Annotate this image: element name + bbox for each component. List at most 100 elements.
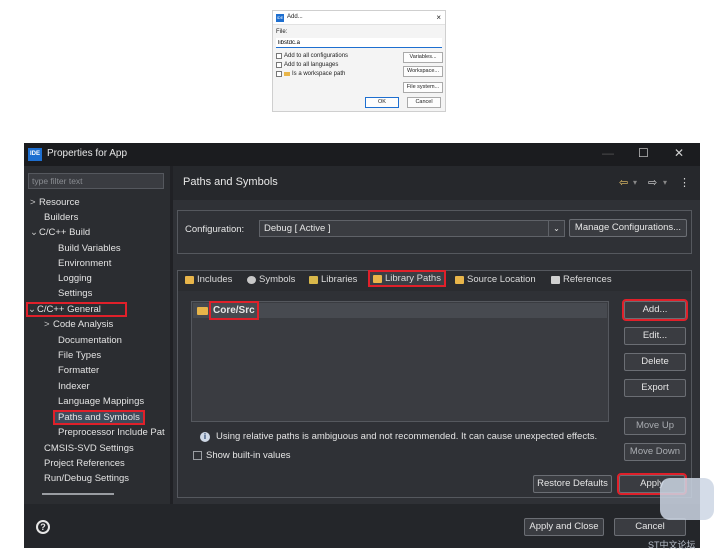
sidebar-item-builders[interactable]: Builders — [44, 212, 78, 223]
sidebar-item-documentation[interactable]: Documentation — [58, 335, 122, 346]
sidebar-item-run-debug-settings[interactable]: Run/Debug Settings — [44, 473, 129, 484]
add-button[interactable]: Add... — [622, 299, 688, 321]
chevron-down-icon[interactable]: ⌄ — [28, 304, 37, 315]
tab-label: Symbols — [259, 274, 296, 285]
checkbox[interactable] — [193, 451, 202, 460]
sidebar-item-logging[interactable]: Logging — [58, 273, 92, 284]
sidebar-item-label: File Types — [58, 350, 102, 361]
tab-label: Library Paths — [385, 273, 441, 284]
file-input[interactable] — [276, 38, 442, 48]
folder-icon — [197, 306, 208, 315]
tab-includes[interactable]: Includes — [185, 274, 232, 285]
sidebar-item-environment[interactable]: Environment — [58, 258, 111, 269]
option-label: Add to all languages — [284, 62, 339, 68]
chevron-down-icon[interactable]: ▾ — [633, 178, 637, 187]
checkbox[interactable] — [276, 71, 282, 77]
file-system-button[interactable]: File system... — [403, 82, 443, 93]
file-label: File: — [276, 29, 288, 35]
sidebar-item-label: Settings — [58, 288, 93, 299]
minimize-icon[interactable]: — — [602, 146, 614, 160]
filter-input[interactable]: type filter text — [28, 173, 164, 189]
tab-libraries[interactable]: Libraries — [309, 274, 357, 285]
sidebar-item-label: Build Variables — [58, 243, 121, 254]
watermark-logo — [660, 478, 714, 520]
sidebar-item-label: Builders — [44, 212, 79, 223]
sidebar-item-preprocessor-include-paths[interactable]: Preprocessor Include Pat — [58, 427, 168, 438]
move-up-button[interactable]: Move Up — [624, 417, 686, 435]
edit-button[interactable]: Edit... — [624, 327, 686, 345]
sidebar-item-code-analysis[interactable]: > Code Analysis — [44, 319, 113, 330]
chevron-right-icon[interactable]: > — [30, 197, 39, 208]
chevron-down-icon[interactable]: ⌄ — [30, 227, 39, 238]
sidebar-item-label: Formatter — [58, 365, 100, 376]
checkbox[interactable] — [276, 62, 282, 68]
tab-label: Includes — [197, 274, 233, 285]
sidebar-item-label: Project References — [44, 458, 125, 469]
properties-window: IDE Properties for App — ☐ ✕ type filter… — [24, 143, 700, 548]
maximize-icon[interactable]: ☐ — [638, 146, 649, 160]
move-down-button[interactable]: Move Down — [624, 443, 686, 461]
ide-logo-icon: IDE — [28, 148, 42, 161]
window-titlebar: IDE Properties for App — ☐ ✕ — [24, 143, 700, 166]
apply-and-close-button[interactable]: Apply and Close — [524, 518, 604, 536]
add-dialog-title: Add... — [287, 14, 303, 20]
option-label: Is a workspace path — [292, 71, 346, 77]
add-dialog-titlebar: IDE Add... × — [273, 11, 445, 25]
sidebar-item-paths-and-symbols[interactable]: Paths and Symbols — [53, 410, 145, 425]
sidebar-item-label: C/C++ Build — [39, 227, 91, 238]
info-icon: i — [200, 431, 210, 442]
add-to-all-configurations-option[interactable]: Add to all configurations — [276, 53, 348, 59]
chevron-right-icon[interactable]: > — [44, 319, 53, 330]
configuration-value: Debug [ Active ] — [264, 223, 331, 234]
workspace-path-option[interactable]: Is a workspace path — [276, 71, 345, 77]
sidebar-item-label: Run/Debug Settings — [44, 473, 130, 484]
warning-text: Using relative paths is ambiguous and no… — [216, 431, 598, 442]
library-paths-list[interactable]: Core/Src — [191, 301, 609, 422]
sidebar-item-label: Resource — [39, 197, 80, 208]
checkbox[interactable] — [276, 53, 282, 59]
add-to-all-languages-option[interactable]: Add to all languages — [276, 62, 338, 68]
sidebar-item-cmsis-svd-settings[interactable]: CMSIS-SVD Settings — [44, 443, 134, 454]
back-icon[interactable]: ⇦ — [619, 176, 628, 189]
tab-library-paths[interactable]: Library Paths — [368, 270, 446, 287]
restore-defaults-button[interactable]: Restore Defaults — [533, 475, 612, 493]
sidebar-item-file-types[interactable]: File Types — [58, 350, 101, 361]
sidebar-item-c-cpp-general[interactable]: ⌄C/C++ General — [26, 302, 127, 317]
tab-label: References — [563, 274, 612, 285]
list-item[interactable]: Core/Src — [193, 301, 607, 320]
library-paths-icon — [373, 274, 382, 283]
sidebar-item-label: Paths and Symbols — [58, 412, 140, 423]
sidebar-item-c-cpp-build[interactable]: ⌄C/C++ Build — [30, 227, 90, 238]
tab-source-location[interactable]: Source Location — [455, 274, 536, 285]
symbols-icon — [247, 275, 256, 284]
sidebar-item-label: Preprocessor Include Pat — [58, 427, 165, 438]
ok-button[interactable]: OK — [365, 97, 399, 108]
help-icon[interactable]: ? — [36, 520, 50, 534]
close-icon[interactable]: ✕ — [674, 146, 684, 160]
tab-references[interactable]: References — [551, 274, 612, 285]
chevron-down-icon[interactable]: ▾ — [663, 178, 667, 187]
folder-icon — [284, 72, 290, 76]
cancel-button[interactable]: Cancel — [407, 97, 441, 108]
close-icon[interactable]: × — [436, 13, 441, 22]
variables-button[interactable]: Variables... — [403, 52, 443, 63]
export-button[interactable]: Export — [624, 379, 686, 397]
workspace-button[interactable]: Workspace... — [403, 66, 443, 77]
sidebar-item-indexer[interactable]: Indexer — [58, 381, 90, 392]
configuration-select[interactable]: Debug [ Active ] ⌄ — [259, 220, 565, 237]
sidebar-item-language-mappings[interactable]: Language Mappings — [58, 396, 144, 407]
chevron-down-icon[interactable]: ⌄ — [548, 221, 564, 236]
sidebar-item-project-references[interactable]: Project References — [44, 458, 125, 469]
sidebar-item-formatter[interactable]: Formatter — [58, 365, 99, 376]
show-built-in-values-option[interactable]: Show built-in values — [193, 450, 291, 461]
cancel-button[interactable]: Cancel — [614, 518, 686, 536]
sidebar-item-build-variables[interactable]: Build Variables — [58, 243, 121, 254]
sidebar-scrollbar[interactable] — [42, 493, 114, 495]
delete-button[interactable]: Delete — [624, 353, 686, 371]
forward-icon[interactable]: ⇨ — [648, 176, 657, 189]
tab-symbols[interactable]: Symbols — [247, 274, 295, 285]
sidebar-item-resource[interactable]: > Resource — [30, 197, 80, 208]
more-icon[interactable]: ⋮ — [679, 176, 690, 189]
sidebar-item-settings[interactable]: Settings — [58, 288, 92, 299]
manage-configurations-button[interactable]: Manage Configurations... — [569, 219, 687, 237]
